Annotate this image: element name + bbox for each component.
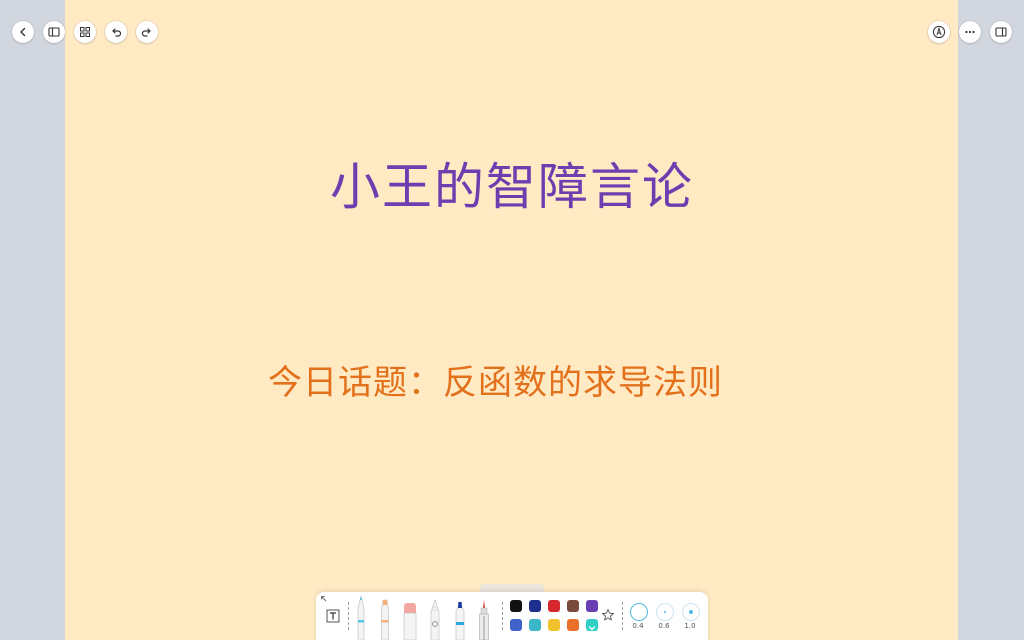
color-swatch[interactable]: [529, 619, 541, 631]
text-box-icon[interactable]: [326, 609, 340, 623]
size-option-0-4[interactable]: [630, 603, 648, 621]
color-swatch[interactable]: [548, 600, 560, 612]
back-icon: [20, 27, 26, 37]
fine-pen-icon[interactable]: [476, 598, 492, 640]
star-icon[interactable]: [601, 608, 615, 622]
undo-button[interactable]: [105, 21, 127, 43]
sidebar-toggle-button[interactable]: [43, 21, 65, 43]
toolbar-divider: [348, 602, 349, 630]
more-button[interactable]: [959, 21, 981, 43]
color-swatch[interactable]: [567, 619, 579, 631]
color-swatch[interactable]: [586, 600, 598, 612]
lasso-icon[interactable]: [427, 598, 443, 640]
color-swatch[interactable]: [510, 600, 522, 612]
sidebar-icon: [48, 27, 60, 37]
more-icon: [965, 30, 975, 34]
panel-toggle-button[interactable]: [990, 21, 1012, 43]
color-swatch[interactable]: [567, 600, 579, 612]
size-option-1-0[interactable]: [682, 603, 700, 621]
color-swatch[interactable]: [586, 619, 598, 631]
pen-mode-icon: [932, 25, 946, 39]
size-option-0-6[interactable]: [656, 603, 674, 621]
toolbar-divider: [622, 602, 623, 630]
size-label: 0.6: [658, 622, 670, 630]
size-label: 1.0: [684, 622, 696, 630]
undo-icon: [112, 28, 122, 37]
thumbnails-button[interactable]: [74, 21, 96, 43]
toolbar-drag-handle[interactable]: [480, 584, 544, 592]
grid-icon: [80, 27, 90, 37]
color-swatch[interactable]: [548, 619, 560, 631]
redo-icon: [141, 28, 151, 37]
back-button[interactable]: [12, 21, 34, 43]
highlighter-icon[interactable]: [378, 598, 392, 640]
pen-toolbar: [316, 592, 708, 640]
collapse-icon[interactable]: [320, 595, 328, 603]
page-subtitle: 今日话题：反函数的求导法则: [268, 363, 723, 403]
app-screen: 小王的智障言论 今日话题：反函数的求导法则 0.4 0.6 1.0: [0, 0, 1024, 640]
pen-mode-button[interactable]: [928, 21, 950, 43]
color-swatch[interactable]: [510, 619, 522, 631]
chevron-down-icon: [588, 626, 596, 631]
page-title: 小王的智障言论: [330, 158, 694, 216]
marker-icon[interactable]: [452, 600, 468, 640]
pen-icon[interactable]: [354, 594, 368, 640]
color-swatch[interactable]: [529, 600, 541, 612]
note-page[interactable]: [65, 0, 958, 640]
eraser-icon[interactable]: [402, 600, 418, 640]
panel-icon: [995, 27, 1007, 37]
redo-button[interactable]: [136, 21, 158, 43]
toolbar-divider: [502, 602, 503, 630]
size-label: 0.4: [632, 622, 644, 630]
